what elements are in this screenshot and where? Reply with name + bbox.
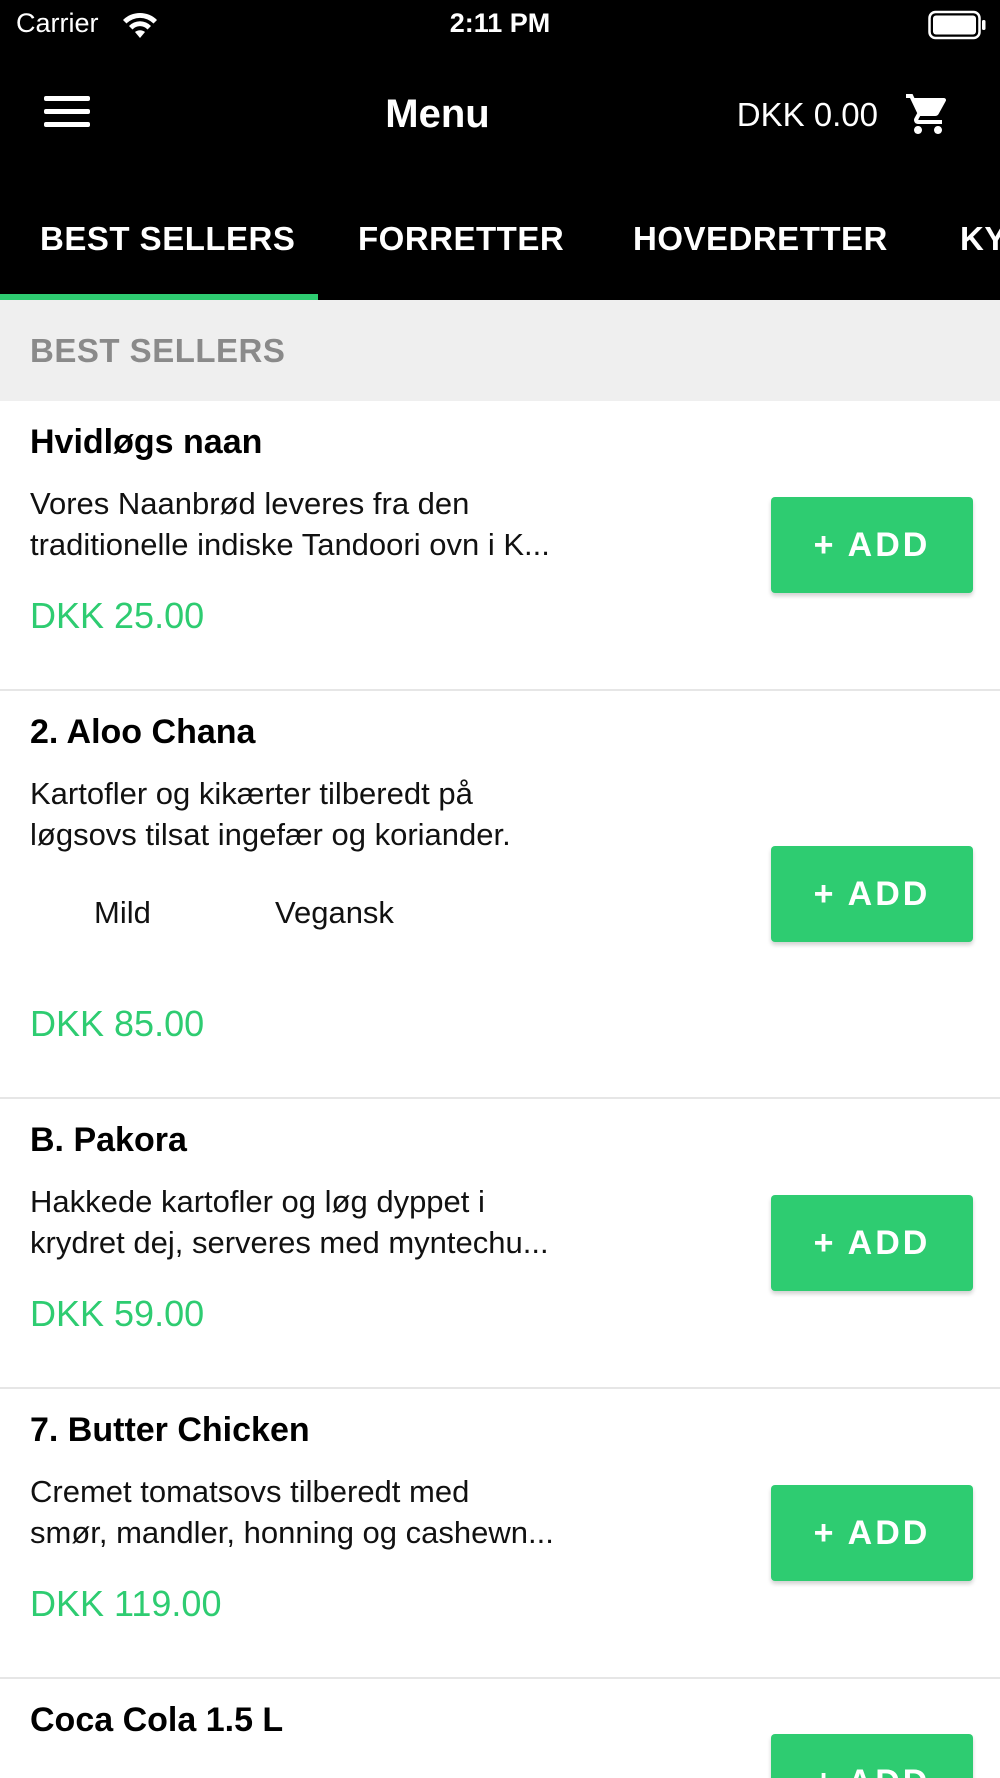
item-price: DKK 119.00: [30, 1583, 222, 1624]
clock: 2:11 PM: [449, 8, 551, 38]
shopping-cart-icon[interactable]: [904, 90, 952, 138]
item-name: 2. Aloo Chana: [30, 713, 256, 751]
menu-item[interactable]: B. Pakora Hakkede kartofler og løg dyppe…: [0, 1099, 1000, 1389]
add-button[interactable]: + ADD: [771, 1734, 973, 1778]
add-button[interactable]: + ADD: [771, 497, 973, 593]
add-button[interactable]: + ADD: [771, 846, 973, 942]
cart-total[interactable]: DKK 0.00: [737, 96, 878, 134]
item-name: Hvidløgs naan: [30, 423, 263, 461]
category-tabs: BEST SELLERS FORRETTER HOVEDRETTER KY: [0, 180, 1000, 300]
tab-ky[interactable]: KY: [960, 220, 1000, 258]
battery-icon: [928, 10, 986, 40]
section-title: BEST SELLERS: [30, 332, 286, 369]
add-button[interactable]: + ADD: [771, 1485, 973, 1581]
item-description: Kartofler og kikærter tilberedt på løgso…: [30, 776, 511, 852]
item-price: DKK 59.00: [30, 1293, 205, 1334]
tab-forretter[interactable]: FORRETTER: [358, 220, 564, 258]
item-price: DKK 85.00: [30, 1003, 205, 1044]
menu-item[interactable]: Coca Cola 1.5 L + ADD: [0, 1679, 1000, 1778]
nav-bar: Menu DKK 0.00: [0, 52, 1000, 180]
status-bar: Carrier 2:11 PM: [0, 0, 1000, 52]
item-price: DKK 25.00: [30, 595, 205, 636]
add-button[interactable]: + ADD: [771, 1195, 973, 1291]
item-name: 7. Butter Chicken: [30, 1411, 310, 1449]
tag-label: Vegansk: [275, 895, 394, 930]
menu-item[interactable]: Hvidløgs naan Vores Naanbrød leveres fra…: [0, 401, 1000, 691]
item-description: Cremet tomatsovs tilberedt med smør, man…: [30, 1474, 554, 1550]
tab-best-sellers[interactable]: BEST SELLERS: [40, 220, 295, 258]
tab-hovedretter[interactable]: HOVEDRETTER: [633, 220, 888, 258]
section-header: BEST SELLERS: [0, 300, 1000, 401]
menu-item[interactable]: 7. Butter Chicken Cremet tomatsovs tilbe…: [0, 1389, 1000, 1679]
item-description: Vores Naanbrød leveres fra den tradition…: [30, 486, 550, 562]
item-name: B. Pakora: [30, 1121, 187, 1159]
menu-item[interactable]: 2. Aloo Chana Kartofler og kikærter tilb…: [0, 691, 1000, 1099]
tag-label: Mild: [94, 895, 151, 930]
item-description: Hakkede kartofler og løg dyppet i krydre…: [30, 1184, 549, 1260]
item-name: Coca Cola 1.5 L: [30, 1701, 284, 1739]
